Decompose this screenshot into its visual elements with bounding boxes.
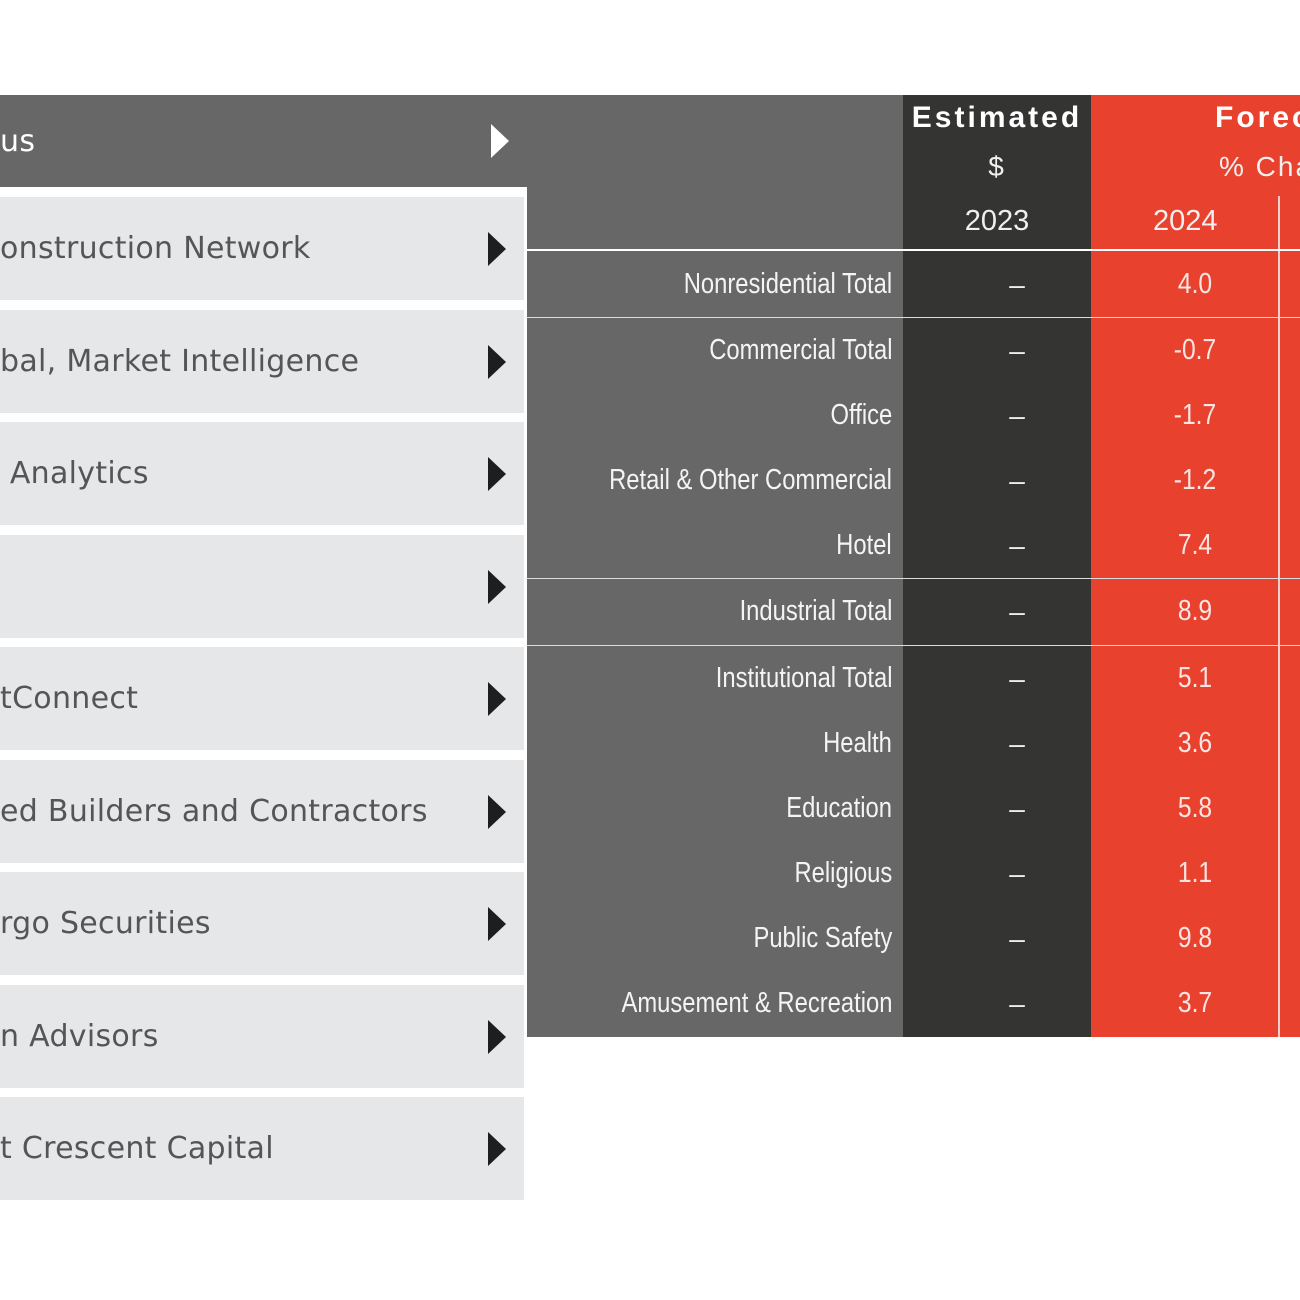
menu-item-label: n Advisors: [0, 1019, 159, 1054]
menu-item[interactable]: [0, 535, 524, 638]
menu-item[interactable]: t Crescent Capital: [0, 1097, 524, 1200]
chevron-right-icon: [488, 794, 506, 829]
estimated-2023-value: –: [1009, 728, 1025, 759]
row-label: Public Safety: [753, 922, 892, 954]
row-label: Institutional Total: [715, 662, 892, 694]
menu-item-label: bal, Market Intelligence: [0, 344, 360, 379]
table-row: Hotel – 7.4: [527, 513, 1300, 578]
estimated-2023-value: –: [1009, 530, 1025, 561]
forecast-header-year: 2024: [1153, 205, 1218, 237]
menu-item[interactable]: Analytics: [0, 422, 524, 525]
row-label: Health: [823, 727, 892, 759]
menu-item[interactable]: n Advisors: [0, 985, 524, 1088]
chevron-right-icon: [488, 681, 506, 716]
estimated-header-unit: $: [988, 151, 1006, 182]
chevron-right-icon: [491, 124, 509, 158]
estimated-2023-value: –: [1009, 793, 1025, 824]
row-label: Nonresidential Total: [683, 268, 892, 300]
menu-item[interactable]: ed Builders and Contractors: [0, 760, 524, 863]
chevron-right-icon: [488, 344, 506, 379]
forecast-2024-value: 7.4: [1177, 529, 1213, 561]
menu-item[interactable]: bal, Market Intelligence: [0, 310, 524, 413]
menu-item[interactable]: rgo Securities: [0, 872, 524, 975]
menu-item-label: t Crescent Capital: [0, 1131, 274, 1166]
menu-item[interactable]: tConnect: [0, 647, 524, 750]
table-row: Commercial Total – -0.7: [527, 318, 1300, 383]
estimated-header-year: 2023: [964, 205, 1030, 237]
row-label: Religious: [794, 857, 892, 889]
menu-item-label: ed Builders and Contractors: [0, 794, 428, 829]
table-row: Institutional Total – 5.1: [527, 646, 1300, 711]
menu-item-label: Analytics: [0, 456, 149, 491]
header-divider: [527, 249, 1300, 251]
forecast-2024-value: 3.7: [1177, 987, 1213, 1019]
table-row: Office – -1.7: [527, 383, 1300, 448]
table-row: Public Safety – 9.8: [527, 906, 1300, 971]
chevron-right-icon: [488, 569, 506, 604]
table-row: Nonresidential Total – 4.0: [527, 252, 1300, 317]
menu-item-label: us: [0, 123, 36, 159]
menu-item[interactable]: us: [0, 95, 527, 187]
table-row: Amusement & Recreation – 3.7: [527, 971, 1300, 1036]
chevron-right-icon: [488, 906, 506, 941]
menu-item-label: tConnect: [0, 681, 139, 716]
table-row: Religious – 1.1: [527, 841, 1300, 906]
forecast-2024-value: 5.1: [1177, 662, 1213, 694]
menu-item-label: onstruction Network: [0, 231, 311, 266]
estimated-2023-value: –: [1009, 400, 1025, 431]
row-label: Office: [830, 399, 892, 431]
row-label: Retail & Other Commercial: [609, 464, 892, 496]
row-label: Industrial Total: [739, 595, 892, 627]
forecast-2024-value: -0.7: [1173, 334, 1217, 366]
row-label: Amusement & Recreation: [621, 987, 892, 1019]
menu-item-label: rgo Securities: [0, 906, 211, 941]
forecast-2024-value: -1.7: [1173, 399, 1217, 431]
table-row: Retail & Other Commercial – -1.2: [527, 448, 1300, 513]
forecast-2024-value: 8.9: [1177, 595, 1213, 627]
estimated-2023-value: –: [1009, 858, 1025, 889]
chevron-right-icon: [488, 1131, 506, 1166]
forecast-2024-value: 9.8: [1177, 922, 1213, 954]
estimated-2023-value: –: [1009, 988, 1025, 1019]
table-row: Education – 5.8: [527, 776, 1300, 841]
estimated-2023-value: –: [1009, 335, 1025, 366]
forecast-header-title: Foreca: [1215, 101, 1300, 134]
estimated-2023-value: –: [1009, 663, 1025, 694]
menu-item[interactable]: onstruction Network: [0, 197, 524, 300]
estimated-2023-value: –: [1009, 923, 1025, 954]
row-label: Education: [786, 792, 892, 824]
forecast-table: Estimated $ 2023 Foreca % Char 2024 Nonr…: [527, 95, 1300, 1037]
chevron-right-icon: [488, 231, 506, 266]
row-label: Commercial Total: [708, 334, 892, 366]
forecast-2024-value: 4.0: [1177, 268, 1213, 300]
forecast-header-unit: % Char: [1219, 151, 1300, 182]
forecast-2024-value: -1.2: [1173, 464, 1217, 496]
estimated-header-title: Estimated: [911, 101, 1083, 134]
forecast-2024-value: 5.8: [1177, 792, 1213, 824]
chevron-right-icon: [488, 456, 506, 491]
forecast-2024-value: 1.1: [1177, 857, 1213, 889]
estimated-2023-value: –: [1009, 269, 1025, 300]
chevron-right-icon: [488, 1019, 506, 1054]
estimated-2023-value: –: [1009, 465, 1025, 496]
forecast-2024-value: 3.6: [1177, 727, 1213, 759]
table-row: Industrial Total – 8.9: [527, 579, 1300, 644]
table-row: Health – 3.6: [527, 711, 1300, 776]
estimated-2023-value: –: [1009, 596, 1025, 627]
row-label: Hotel: [836, 529, 892, 561]
